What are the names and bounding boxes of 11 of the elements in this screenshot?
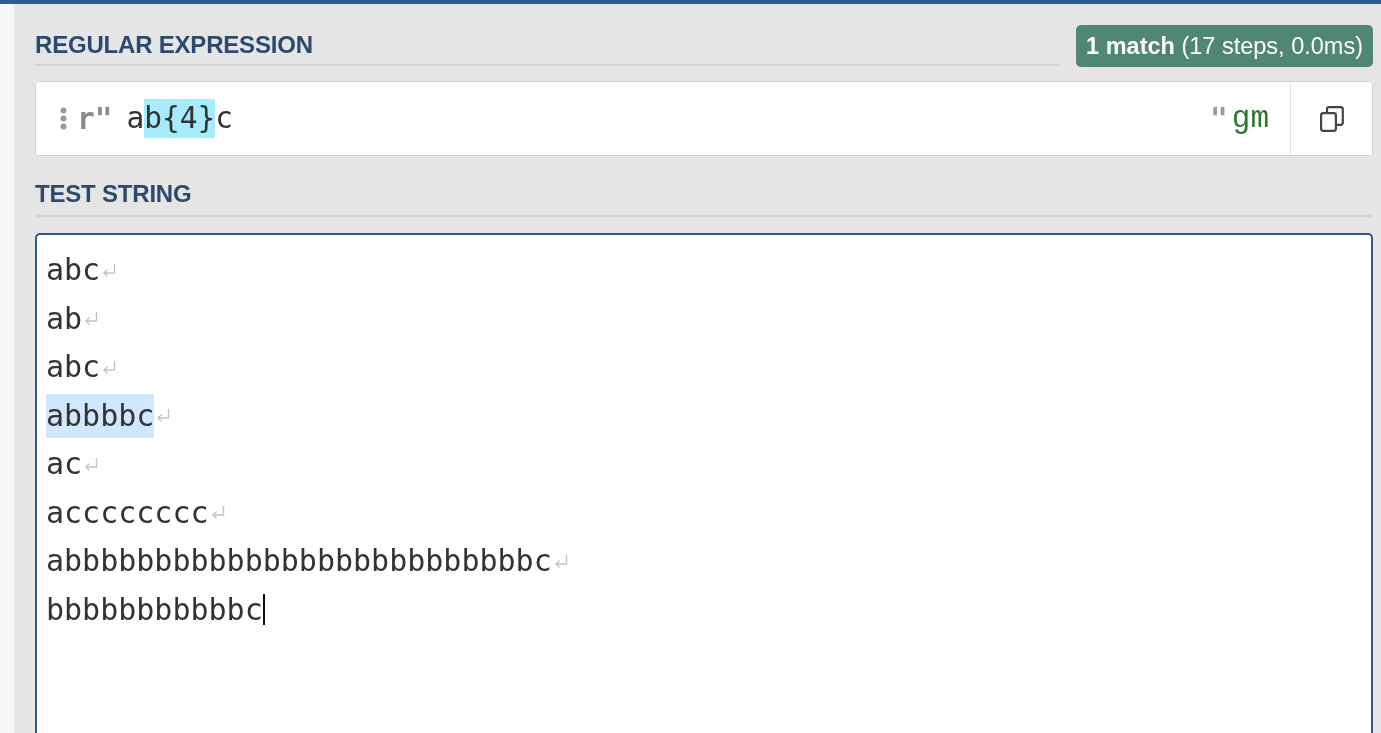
test-string-line: abc [46,251,101,290]
test-string-line: ac [46,445,83,484]
test-string-line: acccccccc [46,493,209,532]
section-title: TEST STRING [35,179,192,209]
test-string-line: bbbbbbbbbbbc [46,590,263,629]
section-title: REGULAR EXPRESSION [35,29,313,60]
test-string-line: ab [46,299,83,338]
test-string-line: abbbbbbbbbbbbbbbbbbbbbbbbbbc [46,542,552,581]
match-count-badge: 1 match (17 steps, 0.0ms) [1076,25,1373,67]
test-string-line: abc [46,348,101,387]
test-string-field[interactable]: abc ab abc abbbbc ac acccccccc abbbbbbbbbbbbbbbbbbbbbbbbbbc bbbbbbbbbbbc [35,233,1373,733]
